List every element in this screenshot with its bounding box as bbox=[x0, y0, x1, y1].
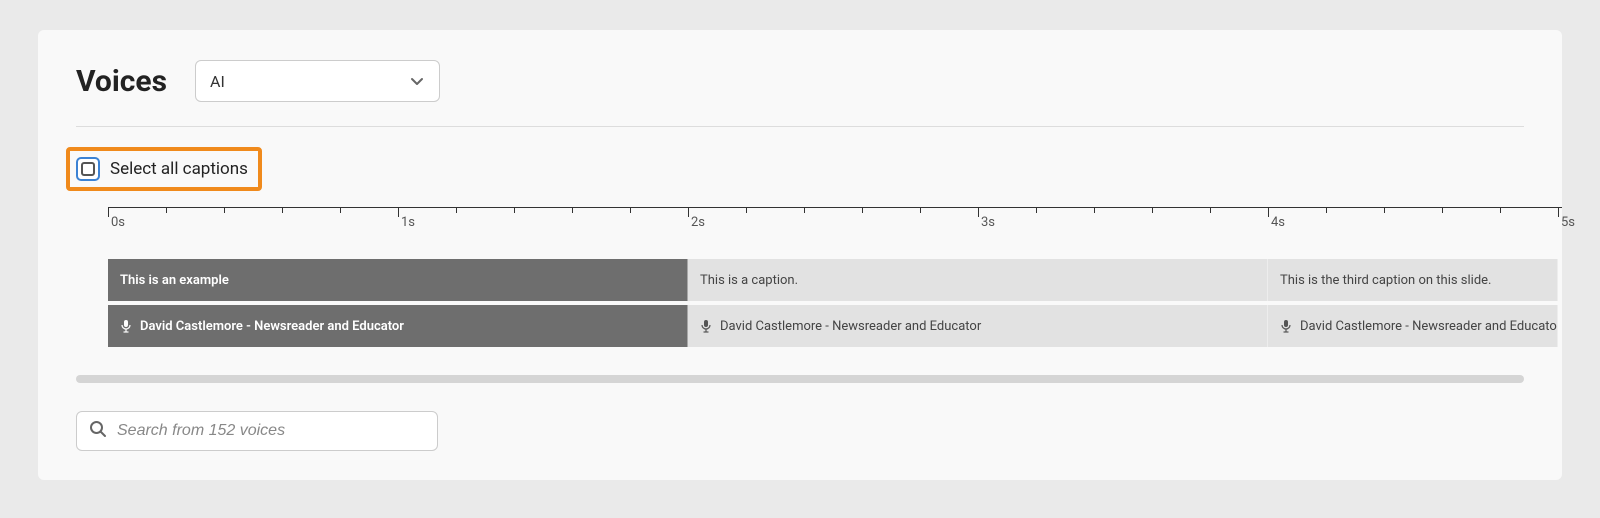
tick-label: 4s bbox=[1271, 215, 1285, 230]
tick-label: 3s bbox=[981, 215, 995, 230]
caption-tracks: This is an example This is a caption. This… bbox=[76, 259, 1562, 347]
caption-text: This is the third caption on this slide. bbox=[1280, 273, 1491, 288]
voice-name: David Castlemore - Newsreader and Educat… bbox=[140, 319, 404, 334]
caption-text: This is a caption. bbox=[700, 273, 798, 288]
voice-segment[interactable]: David Castlemore - Newsreader and Educat… bbox=[1268, 305, 1558, 347]
tick-label: 1s bbox=[401, 215, 415, 230]
voice-name: David Castlemore - Newsreader and Educat… bbox=[720, 319, 981, 334]
microphone-icon bbox=[1280, 319, 1292, 333]
caption-segment[interactable]: This is a caption. bbox=[688, 259, 1268, 301]
tick-major bbox=[1558, 207, 1559, 217]
caption-text: This is an example bbox=[120, 273, 229, 288]
tick-minor bbox=[862, 207, 863, 213]
voice-segment[interactable]: David Castlemore - Newsreader and Educat… bbox=[108, 305, 688, 347]
tick-minor bbox=[1152, 207, 1153, 213]
select-all-checkbox[interactable] bbox=[76, 157, 100, 181]
voice-name: David Castlemore - Newsreader and Educat… bbox=[1300, 319, 1558, 334]
header-row: Voices AI bbox=[38, 60, 1562, 126]
voices-panel: Voices AI Select all captions 0s 1s 2s 3s 4s… bbox=[38, 30, 1562, 480]
timeline-line bbox=[108, 207, 1562, 208]
tick-label: 0s bbox=[111, 215, 125, 230]
microphone-icon bbox=[700, 319, 712, 333]
caption-segment[interactable]: This is the third caption on this slide. bbox=[1268, 259, 1558, 301]
chevron-down-icon bbox=[409, 73, 425, 89]
search-icon bbox=[89, 420, 107, 442]
caption-segment[interactable]: This is an example bbox=[108, 259, 688, 301]
tick-minor bbox=[340, 207, 341, 213]
page-title: Voices bbox=[76, 64, 167, 99]
voice-type-dropdown[interactable]: AI bbox=[195, 60, 440, 102]
tick-major bbox=[1268, 207, 1269, 217]
search-row bbox=[76, 411, 1562, 451]
tick-minor bbox=[282, 207, 283, 213]
tick-label: 2s bbox=[691, 215, 705, 230]
tick-minor bbox=[804, 207, 805, 213]
tick-minor bbox=[1442, 207, 1443, 213]
voice-search-box[interactable] bbox=[76, 411, 438, 451]
tick-minor bbox=[166, 207, 167, 213]
tick-minor bbox=[514, 207, 515, 213]
voice-segment[interactable]: David Castlemore - Newsreader and Educat… bbox=[688, 305, 1268, 347]
tick-minor bbox=[456, 207, 457, 213]
select-all-row: Select all captions bbox=[38, 127, 1562, 207]
select-all-highlight: Select all captions bbox=[66, 147, 262, 191]
tick-minor bbox=[920, 207, 921, 213]
tick-major bbox=[688, 207, 689, 217]
tick-minor bbox=[1036, 207, 1037, 213]
timeline-scrollbar[interactable] bbox=[76, 375, 1524, 383]
tick-label: 5s bbox=[1561, 215, 1575, 230]
tick-major bbox=[978, 207, 979, 217]
caption-track: This is an example This is a caption. This… bbox=[76, 259, 1562, 301]
select-all-label: Select all captions bbox=[110, 159, 248, 179]
tick-minor bbox=[630, 207, 631, 213]
tick-minor bbox=[572, 207, 573, 213]
tick-minor bbox=[1210, 207, 1211, 213]
tick-minor bbox=[1500, 207, 1501, 213]
tick-major bbox=[398, 207, 399, 217]
tick-minor bbox=[746, 207, 747, 213]
tick-major bbox=[108, 207, 109, 217]
tick-minor bbox=[1326, 207, 1327, 213]
tick-minor bbox=[1384, 207, 1385, 213]
tick-minor bbox=[224, 207, 225, 213]
voice-track: David Castlemore - Newsreader and Educat… bbox=[76, 305, 1562, 347]
dropdown-value: AI bbox=[210, 72, 225, 91]
voice-search-input[interactable] bbox=[117, 422, 425, 440]
tick-minor bbox=[1094, 207, 1095, 213]
checkbox-icon bbox=[81, 162, 95, 176]
timeline-ruler: 0s1s2s3s4s5s bbox=[76, 207, 1562, 233]
microphone-icon bbox=[120, 319, 132, 333]
